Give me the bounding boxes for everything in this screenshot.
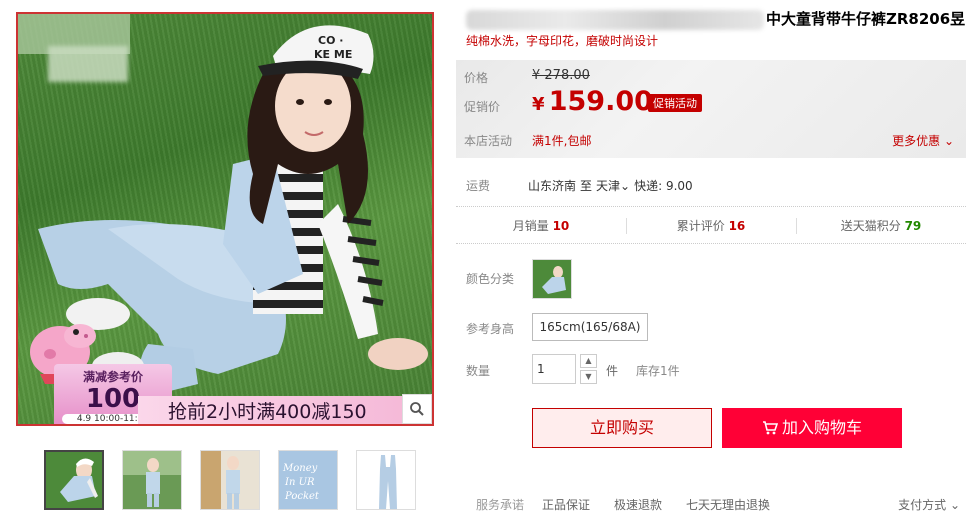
service-promises: 服务承诺 正品保证 极速退款 七天无理由退换 — [476, 496, 966, 513]
more-deals-link[interactable]: 更多优惠 ⌄ — [892, 132, 954, 149]
blurred-title — [466, 10, 764, 30]
payment-methods-link[interactable]: 支付方式 ⌄ — [898, 496, 960, 513]
ship-method: 快递: 9.00 — [634, 179, 693, 193]
stat-reviews[interactable]: 累计评价 16 — [626, 207, 796, 243]
stock-info: 库存1件 — [636, 364, 680, 378]
svg-text:CO ·: CO · — [318, 34, 343, 47]
quantity-unit: 件 — [606, 364, 619, 378]
svg-text:KE ME: KE ME — [314, 48, 352, 61]
magnifier-icon — [410, 402, 424, 416]
thumbnail-4[interactable]: Money In UR Pocket — [278, 450, 338, 510]
promo-tag-title: 满减参考价 — [82, 370, 143, 384]
price-panel: 价格 ¥ 278.00 促销价 ¥ 159.00 促销活动 本店活动 满1件,包… — [456, 60, 966, 158]
stat-value: 79 — [904, 219, 922, 233]
quantity-increase-button[interactable]: ▲ — [580, 354, 597, 368]
ship-to-word: 至 — [580, 179, 593, 193]
quantity-label: 数量 — [466, 364, 491, 378]
payment-label: 支付方式 — [898, 498, 947, 512]
svg-text:Pocket: Pocket — [284, 491, 320, 502]
thumbnail-3[interactable] — [200, 450, 260, 510]
stat-label: 月销量 — [512, 219, 549, 233]
cart-icon — [762, 421, 778, 435]
currency-symbol: ¥ — [532, 94, 545, 115]
product-title-row: 中大童背带牛仔裤ZR8206昱 — [466, 6, 966, 30]
chevron-down-icon: ⌄ — [943, 134, 954, 148]
stat-value: 10 — [552, 219, 570, 233]
thumbnail-2[interactable] — [122, 450, 182, 510]
promo-price-label: 促销价 — [464, 100, 501, 114]
quantity-input[interactable]: 1 — [532, 354, 576, 384]
stat-label: 送天猫积分 — [840, 219, 901, 233]
promo-price: ¥ 159.00 — [532, 86, 653, 117]
size-label: 参考身高 — [466, 322, 515, 336]
promo-price-value: 159.00 — [548, 86, 653, 117]
promo-badge: 促销活动 — [648, 94, 702, 112]
shop-activity: 满1件,包邮 — [532, 134, 592, 148]
stat-label: 累计评价 — [676, 219, 725, 233]
shipping-row: 运费 山东济南 至 天津⌄ 快递: 9.00 — [466, 177, 693, 194]
color-option-image — [533, 260, 571, 298]
promo-banner: 抢前2小时满400减150 — [138, 396, 432, 424]
main-product-image[interactable]: CO · KE ME 满减参考价 100 4.9 10:00-11:59 抢前2… — [16, 12, 434, 426]
svg-text:In UR: In UR — [284, 477, 315, 488]
service-label: 服务承诺 — [476, 498, 525, 512]
zoom-button[interactable] — [402, 394, 432, 424]
thumbnail-strip: Money In UR Pocket — [44, 450, 416, 510]
more-deals-label: 更多优惠 — [892, 134, 941, 148]
thumbnail-image — [357, 451, 415, 509]
thumbnail-1[interactable] — [44, 450, 104, 510]
add-to-cart-label: 加入购物车 — [781, 418, 862, 437]
thumbnail-image: Money In UR Pocket — [279, 451, 337, 509]
stat-value: 16 — [728, 219, 746, 233]
size-option[interactable]: 165cm(165/68A) — [532, 313, 648, 341]
service-item[interactable]: 极速退款 — [614, 496, 662, 513]
original-price: ¥ 278.00 — [532, 68, 590, 83]
price-label: 价格 — [464, 71, 489, 85]
stat-points: 送天猫积分 79 — [796, 207, 966, 243]
color-option[interactable] — [532, 259, 572, 299]
thumbnail-image — [201, 451, 259, 509]
quantity-decrease-button[interactable]: ▼ — [580, 370, 597, 384]
svg-text:Money: Money — [282, 463, 318, 474]
chevron-down-icon: ⌄ — [620, 179, 631, 193]
buy-now-button[interactable]: 立即购买 — [532, 408, 712, 448]
product-stats: 月销量 10 累计评价 16 送天猫积分 79 — [456, 206, 966, 244]
service-item[interactable]: 七天无理由退换 — [686, 496, 770, 513]
thumbnail-image — [46, 452, 102, 508]
thumbnail-image — [123, 451, 181, 509]
shop-activity-label: 本店活动 — [464, 134, 513, 148]
add-to-cart-button[interactable]: 加入购物车 — [722, 408, 902, 448]
ship-to-value: 天津 — [596, 179, 621, 193]
ship-from: 山东济南 — [528, 179, 577, 193]
color-label: 颜色分类 — [466, 272, 515, 286]
ship-to-select[interactable]: 天津⌄ — [596, 177, 630, 194]
service-item[interactable]: 正品保证 — [542, 496, 590, 513]
product-subtitle: 纯棉水洗，字母印花，磨破时尚设计 — [466, 34, 659, 48]
stat-monthly-sales: 月销量 10 — [456, 207, 626, 243]
product-title: 中大童背带牛仔裤ZR8206昱 — [766, 10, 966, 28]
shipping-label: 运费 — [466, 179, 491, 193]
chevron-down-icon: ⌄ — [949, 498, 960, 512]
thumbnail-5[interactable] — [356, 450, 416, 510]
